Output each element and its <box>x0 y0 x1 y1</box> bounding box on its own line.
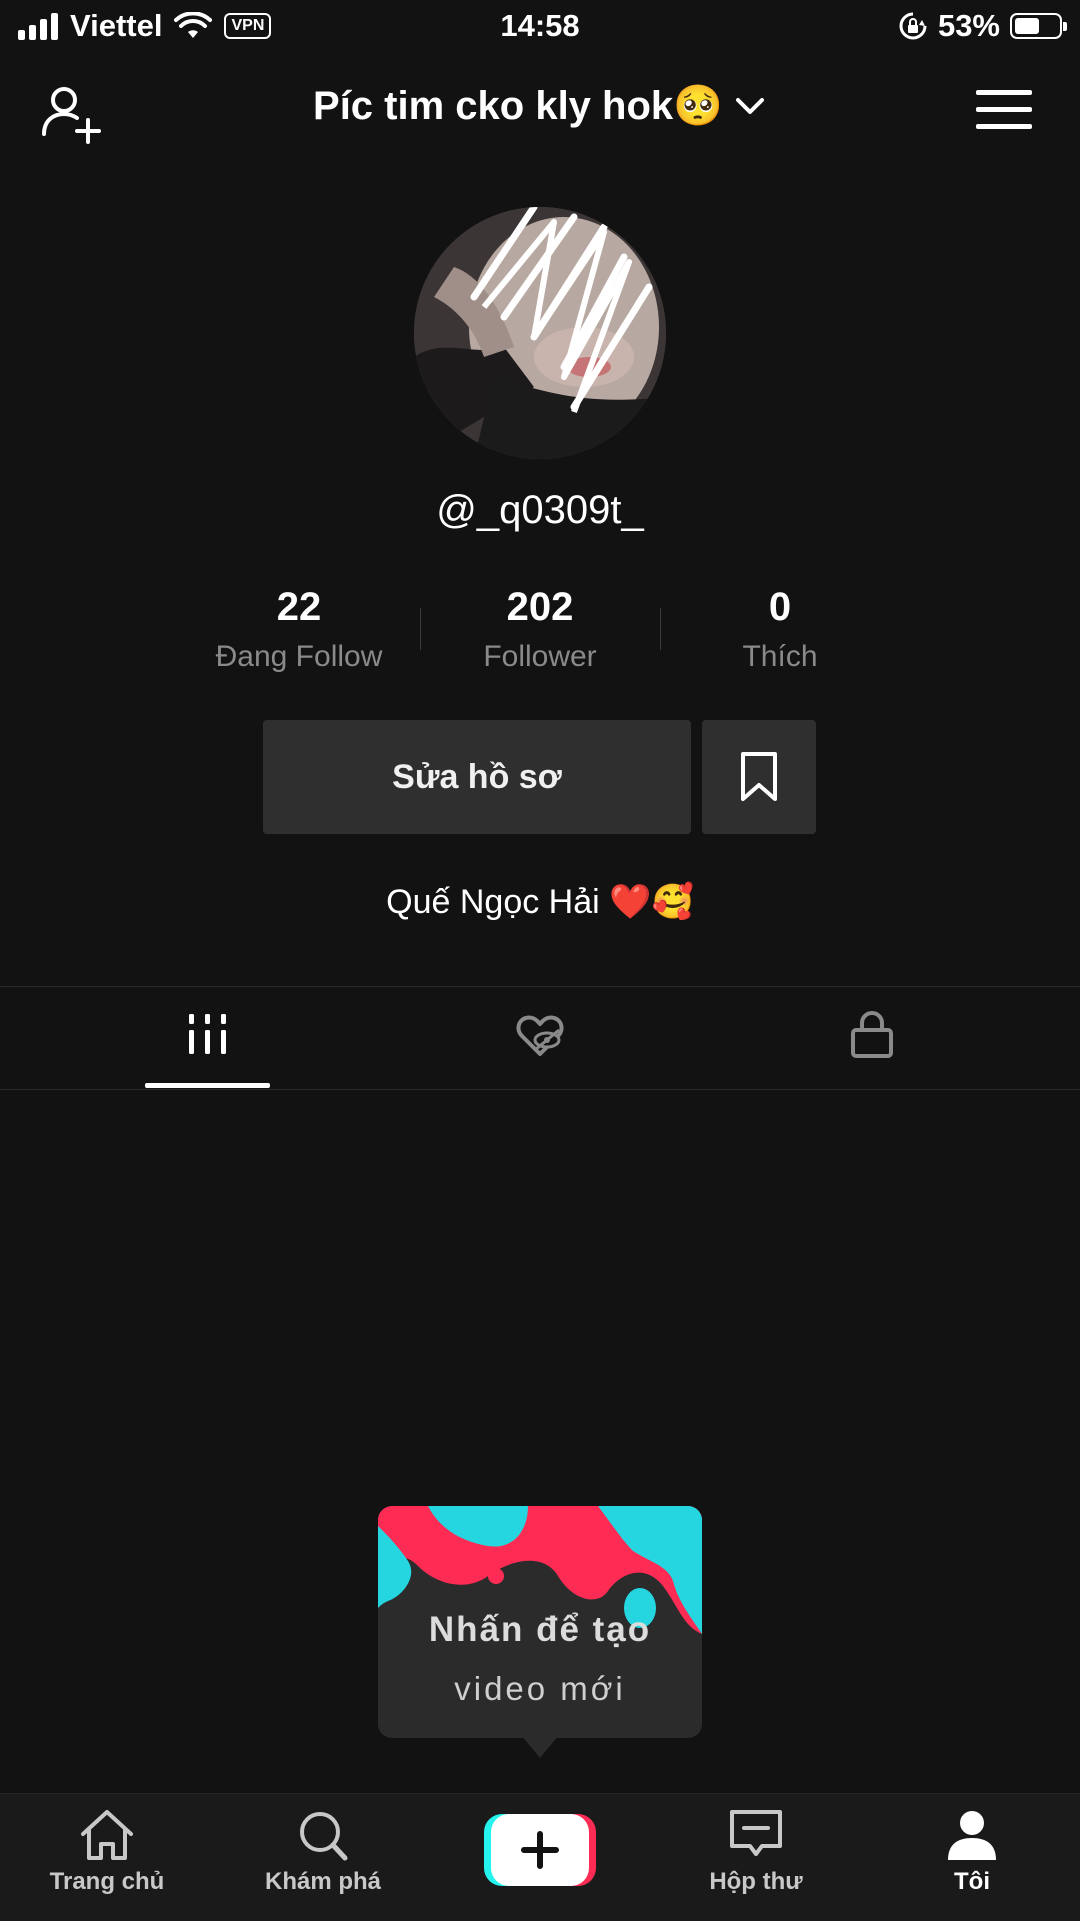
avatar-image <box>414 207 666 459</box>
home-icon <box>81 1810 133 1860</box>
hidden-heart-icon[interactable] <box>515 1010 565 1060</box>
nav-discover[interactable]: Khám phá <box>243 1808 403 1896</box>
nav-label: Khám phá <box>264 1868 381 1895</box>
battery-icon <box>1010 13 1067 39</box>
tooltip-line-1: Nhấn để tạo <box>428 1610 652 1649</box>
profile-title-switcher[interactable]: Píc tim cko kly hok🥺 <box>0 82 1080 129</box>
lock-icon[interactable] <box>847 1010 897 1060</box>
nav-label: Trang chủ <box>49 1868 165 1895</box>
tabs-divider <box>0 1089 1080 1090</box>
status-bar: Viettel VPN 14:58 53% <box>0 0 1080 54</box>
stat-label: Đang Follow <box>215 640 383 673</box>
nav-label: Hộp thư <box>709 1868 803 1895</box>
nav-home[interactable]: Trang chủ <box>27 1808 187 1896</box>
search-icon <box>300 1812 348 1861</box>
stat-following[interactable]: 22 Đang Follow <box>179 585 419 674</box>
hamburger-menu-icon[interactable] <box>976 88 1032 132</box>
favorites-button[interactable] <box>702 720 816 834</box>
tooltip-arrow <box>522 1736 558 1758</box>
nav-label: Tôi <box>954 1868 990 1895</box>
stat-followers[interactable]: 202 Follower <box>420 585 660 674</box>
tooltip-line-2: video mới <box>454 1670 626 1707</box>
stat-value: 202 <box>506 585 574 629</box>
stat-value: 0 <box>768 585 792 629</box>
page-title: Píc tim cko kly hok🥺 <box>313 84 723 128</box>
status-right: 53% <box>898 8 1067 44</box>
stat-label: Thích <box>742 640 818 673</box>
create-plus-icon[interactable] <box>484 1812 596 1888</box>
rotation-lock-icon <box>899 12 927 40</box>
nav-profile[interactable]: Tôi <box>892 1808 1052 1896</box>
profile-icon <box>948 1811 996 1860</box>
avatar[interactable] <box>414 207 666 459</box>
bookmark-icon <box>741 752 777 801</box>
inbox-icon <box>730 1810 782 1856</box>
nav-inbox[interactable]: Hộp thư <box>676 1808 836 1896</box>
active-tab-indicator <box>145 1083 270 1088</box>
stat-value: 22 <box>276 585 322 629</box>
tabs-divider <box>0 986 1080 987</box>
username: @_q0309t_ <box>436 488 644 532</box>
grid-icon[interactable] <box>183 1010 233 1060</box>
chevron-down-icon <box>735 97 764 114</box>
edit-profile-button[interactable]: Sửa hồ sơ <box>263 720 691 834</box>
stat-label: Follower <box>483 640 597 673</box>
profile-bio: Quế Ngọc Hải ❤️🥰 <box>386 883 694 921</box>
battery-percent: 53% <box>937 8 1000 43</box>
stat-likes[interactable]: 0 Thích <box>660 585 900 674</box>
